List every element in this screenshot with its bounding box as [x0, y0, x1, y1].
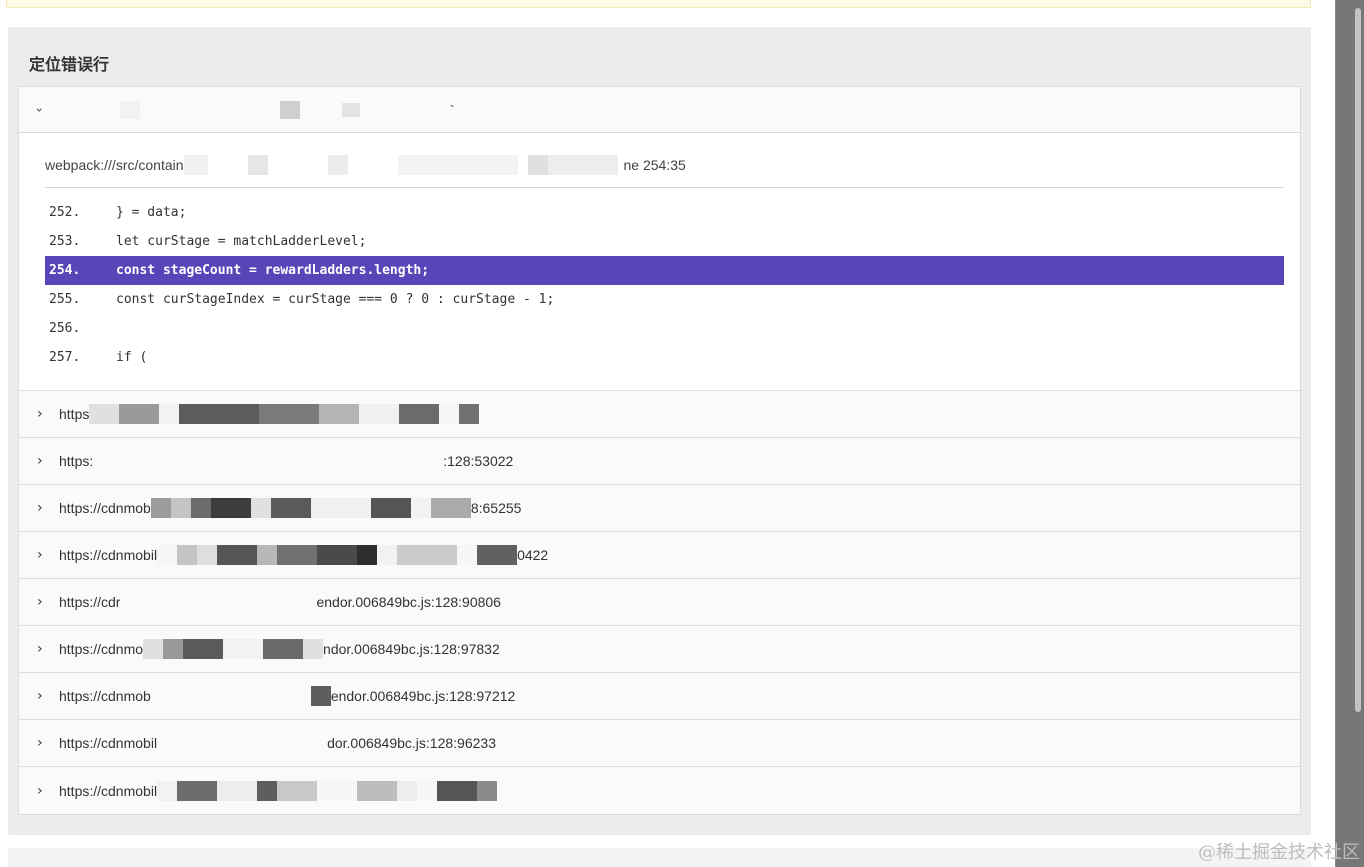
chevron-right-icon[interactable]: ›	[37, 641, 59, 657]
frame-url: https://cdnmobil dor.006849bc.js:128:962…	[59, 735, 496, 751]
file-path: webpack:///src/contain ne 254:35	[45, 155, 1284, 188]
stack-frame-expanded[interactable]: › `	[19, 87, 1300, 133]
chevron-right-icon[interactable]: ›	[37, 406, 59, 422]
chevron-right-icon[interactable]: ›	[37, 500, 59, 516]
stack-frame[interactable]: › https://cdnmob 8:65255	[19, 485, 1300, 532]
chevron-right-icon[interactable]: ›	[37, 547, 59, 563]
code-line: 257. if (	[49, 350, 148, 365]
stack-frame[interactable]: › https	[19, 391, 1300, 438]
source-view: webpack:///src/contain ne 254:35 252.} =…	[19, 133, 1300, 391]
scrollbar-thumb[interactable]	[1355, 8, 1361, 712]
stack-frame[interactable]: › https://cdnmob endor.006849bc.js:128:9…	[19, 673, 1300, 720]
panel-title: 定位错误行	[29, 55, 110, 74]
frame-url: https: :128:53022	[59, 453, 514, 469]
chevron-right-icon[interactable]: ›	[37, 735, 59, 751]
frame-url: https://cdnmobil 0422	[59, 545, 549, 565]
footer-strip	[8, 848, 1311, 867]
stack-frame[interactable]: › https://cdnmobil	[19, 767, 1300, 814]
frame-url: `	[60, 100, 454, 119]
frame-url: https://cdnmob 8:65255	[59, 498, 522, 518]
frame-url: https	[59, 404, 480, 424]
chevron-right-icon[interactable]: ›	[37, 783, 59, 799]
watermark: @稀土掘金技术社区	[1198, 842, 1360, 863]
code-line: 256.	[49, 321, 81, 336]
stack-frame[interactable]: › https://cdnmo ndor.006849bc.js:128:978…	[19, 626, 1300, 673]
frame-url: https://cdnmobil	[59, 780, 498, 801]
frame-url: https://cdnmob endor.006849bc.js:128:972…	[59, 686, 516, 706]
chevron-down-icon[interactable]: ›	[32, 107, 46, 112]
code-line: 253. let curStage = matchLadderLevel;	[49, 234, 367, 249]
stack-frame[interactable]: › https: :128:53022	[19, 438, 1300, 485]
error-location-panel: 定位错误行 › ` webpack:///src/contain ne 254:…	[8, 27, 1311, 835]
code-line: 252.} = data;	[49, 205, 187, 220]
stack-frame[interactable]: › https://cdnmobil dor.006849bc.js:128:9…	[19, 720, 1300, 767]
notice-banner	[6, 0, 1311, 8]
chevron-right-icon[interactable]: ›	[37, 594, 59, 610]
chevron-right-icon[interactable]: ›	[37, 453, 59, 469]
code-line: 255. const curStageIndex = curStage === 0…	[49, 292, 555, 307]
highlighted-error-line: 254. const stageCount = rewardLadders.len…	[45, 256, 1284, 285]
chevron-right-icon[interactable]: ›	[37, 688, 59, 704]
code-snippet: 252.} = data; 253. let curStage = matchLa…	[45, 198, 1284, 372]
frame-url: https://cdnmo ndor.006849bc.js:128:97832	[59, 639, 500, 659]
frame-url: https://cdr endor.006849bc.js:128:90806	[59, 594, 501, 610]
stack-frame[interactable]: › https://cdr endor.006849bc.js:128:9080…	[19, 579, 1300, 626]
stack-frame[interactable]: › https://cdnmobil 0422	[19, 532, 1300, 579]
stack-frames: › ` webpack:///src/contain ne 254:35 252…	[18, 86, 1301, 815]
